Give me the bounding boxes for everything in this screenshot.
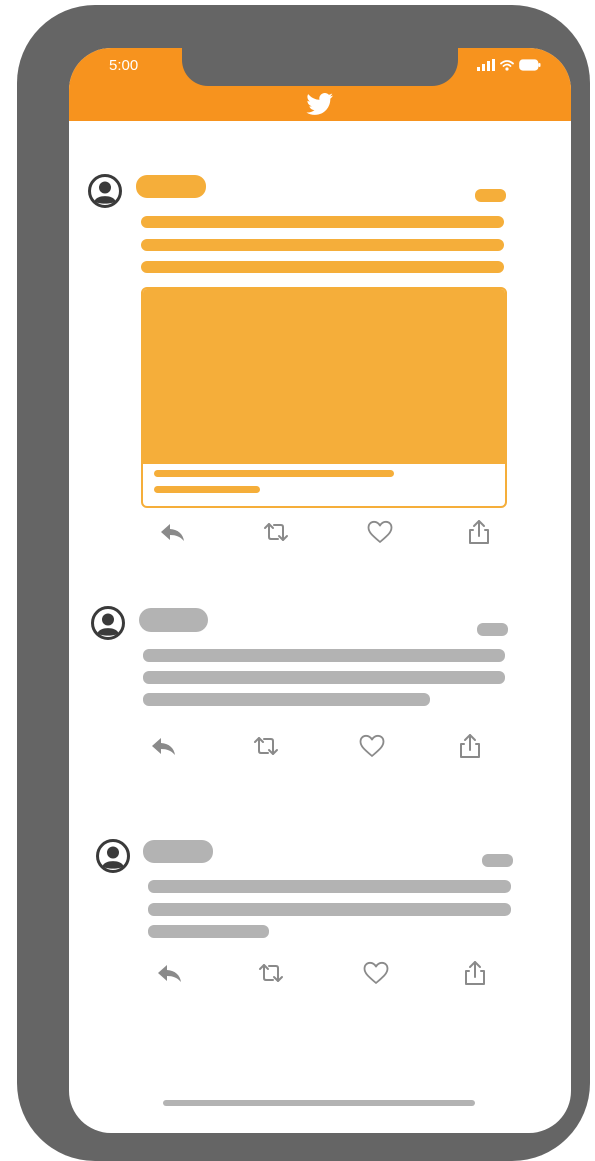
reply-icon[interactable] <box>158 518 188 546</box>
retweet-icon[interactable] <box>251 732 281 760</box>
text-line-placeholder <box>141 239 504 251</box>
text-line-placeholder <box>143 649 505 662</box>
phone-frame: 5:00 <box>17 5 590 1161</box>
card-title-placeholder <box>154 470 394 477</box>
timestamp-placeholder <box>475 189 506 202</box>
timestamp-placeholder <box>482 854 513 867</box>
reply-icon[interactable] <box>155 959 185 987</box>
like-icon[interactable] <box>361 959 391 987</box>
text-line-placeholder <box>141 216 504 228</box>
twitter-bird-icon[interactable] <box>306 92 334 116</box>
battery-icon <box>519 59 541 71</box>
username-placeholder <box>136 175 206 198</box>
retweet-icon[interactable] <box>256 959 286 987</box>
status-time: 5:00 <box>109 57 139 74</box>
card-subtitle-placeholder <box>154 486 260 493</box>
share-icon[interactable] <box>455 732 485 760</box>
media-image-placeholder <box>143 289 505 464</box>
status-icons <box>477 58 541 72</box>
text-line-placeholder <box>141 261 504 273</box>
text-line-placeholder <box>148 903 511 916</box>
user-avatar-icon[interactable] <box>91 606 125 640</box>
media-card[interactable] <box>141 287 507 508</box>
timestamp-placeholder <box>477 623 508 636</box>
app-header: 5:00 <box>69 48 571 121</box>
home-indicator[interactable] <box>163 1100 475 1106</box>
reply-icon[interactable] <box>149 732 179 760</box>
share-icon[interactable] <box>464 518 494 546</box>
text-line-placeholder <box>148 925 269 938</box>
like-icon[interactable] <box>357 732 387 760</box>
text-line-placeholder <box>143 693 430 706</box>
user-avatar-icon[interactable] <box>88 174 122 208</box>
signal-icon <box>477 59 495 71</box>
share-icon[interactable] <box>460 959 490 987</box>
wifi-icon <box>500 60 514 71</box>
user-avatar-icon[interactable] <box>96 839 130 873</box>
like-icon[interactable] <box>365 518 395 546</box>
retweet-icon[interactable] <box>261 518 291 546</box>
username-placeholder <box>139 608 208 632</box>
text-line-placeholder <box>143 671 505 684</box>
device-notch <box>182 48 458 86</box>
text-line-placeholder <box>148 880 511 893</box>
phone-screen: 5:00 <box>69 48 571 1133</box>
username-placeholder <box>143 840 213 863</box>
